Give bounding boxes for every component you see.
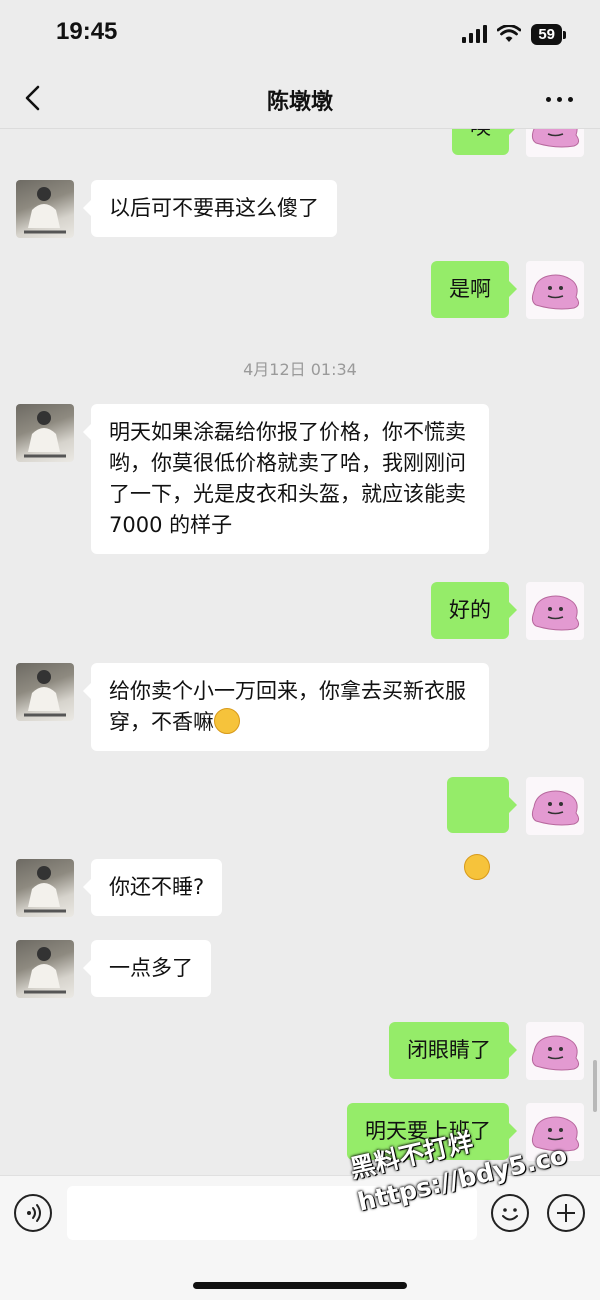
input-bar: [0, 1175, 600, 1300]
message-bubble-received[interactable]: 给你卖个小一万回来，你拿去买新衣服穿，不香嘛: [83, 663, 489, 751]
message-bubble-sent[interactable]: 好的: [431, 582, 517, 639]
message-row: 闭眼睛了: [0, 1022, 600, 1082]
person-photo-icon: [24, 866, 66, 913]
status-icons: 59: [462, 22, 566, 46]
voice-icon: [27, 1204, 41, 1222]
wifi-icon: [497, 25, 522, 42]
pink-blob-avatar-icon: [531, 595, 580, 631]
home-indicator[interactable]: [193, 1282, 407, 1289]
pink-blob-avatar-icon: [531, 274, 580, 310]
message-text: 给你卖个小一万回来，你拿去买新衣服穿，不香嘛: [109, 679, 466, 734]
message-bubble-sent[interactable]: 是啊: [431, 261, 517, 318]
message-bubble-received[interactable]: 一点多了: [83, 940, 211, 997]
message-bubble-received[interactable]: 以后可不要再这么傻了: [83, 180, 337, 237]
message-row: 你还不睡?: [0, 859, 600, 919]
message-row: [0, 777, 600, 880]
my-avatar[interactable]: [526, 777, 584, 835]
pink-blob-avatar-icon: [531, 1035, 580, 1071]
chat-messages[interactable]: 唉 以后可不要再这么傻了 是啊 4月12日 01:34 明天如果涂磊给你报了价格…: [0, 129, 600, 1174]
message-row: 一点多了: [0, 940, 600, 1000]
plus-icon[interactable]: [547, 1194, 585, 1232]
person-photo-icon: [24, 411, 66, 458]
scroll-indicator[interactable]: [593, 1060, 597, 1112]
message-row: 好的: [0, 582, 600, 642]
message-timestamp: 4月12日 01:34: [243, 360, 357, 379]
message-row: 是啊: [0, 261, 600, 321]
voice-button[interactable]: [14, 1194, 52, 1232]
contact-avatar[interactable]: [16, 940, 74, 998]
contact-avatar[interactable]: [16, 859, 74, 917]
message-row: 给你卖个小一万回来，你拿去买新衣服穿，不香嘛: [0, 663, 600, 763]
more-dots-icon: [546, 97, 551, 102]
pink-blob-avatar-icon: [531, 1116, 580, 1152]
message-bubble-sent[interactable]: 闭眼睛了: [389, 1022, 517, 1079]
contact-avatar[interactable]: [16, 663, 74, 721]
nav-bar: 陈墩墩: [0, 70, 600, 129]
chat-title: 陈墩墩: [266, 90, 333, 115]
battery-icon: 59: [531, 23, 566, 45]
message-input[interactable]: [67, 1186, 477, 1240]
grinning-emoji-icon: [214, 708, 240, 734]
person-photo-icon: [24, 947, 66, 994]
message-bubble-received[interactable]: 你还不睡?: [82, 859, 223, 916]
message-bubble-received[interactable]: 明天如果涂磊给你报了价格，你不慌卖哟，你莫很低价格就卖了哈，我刚刚问了一下，光是…: [83, 404, 489, 554]
contact-avatar[interactable]: [16, 404, 74, 462]
my-avatar[interactable]: [526, 1022, 584, 1080]
my-avatar[interactable]: [526, 582, 584, 640]
smiley-icon: [502, 1208, 518, 1221]
status-time: 19:45: [56, 18, 118, 45]
message-bubble-sent[interactable]: [447, 777, 517, 880]
emoji-button[interactable]: [491, 1194, 529, 1232]
pink-blob-avatar-icon: [531, 129, 580, 148]
my-avatar[interactable]: [526, 261, 584, 319]
message-bubble-sent[interactable]: 明天要上班了: [347, 1103, 517, 1160]
message-bubble-sent[interactable]: 唉: [452, 129, 517, 155]
more-options-button[interactable]: [542, 80, 578, 116]
my-avatar[interactable]: [526, 129, 584, 157]
person-photo-icon: [24, 670, 66, 717]
message-row: 明天如果涂磊给你报了价格，你不慌卖哟，你莫很低价格就卖了哈，我刚刚问了一下，光是…: [0, 404, 600, 564]
message-row: 唉: [0, 129, 600, 159]
my-avatar[interactable]: [526, 1103, 584, 1161]
pink-blob-avatar-icon: [531, 790, 580, 826]
message-row: 以后可不要再这么傻了: [0, 180, 600, 240]
cellular-signal-icon: [462, 25, 488, 43]
status-bar: 19:45 59: [0, 0, 600, 70]
person-photo-icon: [24, 187, 66, 234]
message-row: 明天要上班了: [0, 1103, 600, 1163]
contact-avatar[interactable]: [16, 180, 74, 238]
